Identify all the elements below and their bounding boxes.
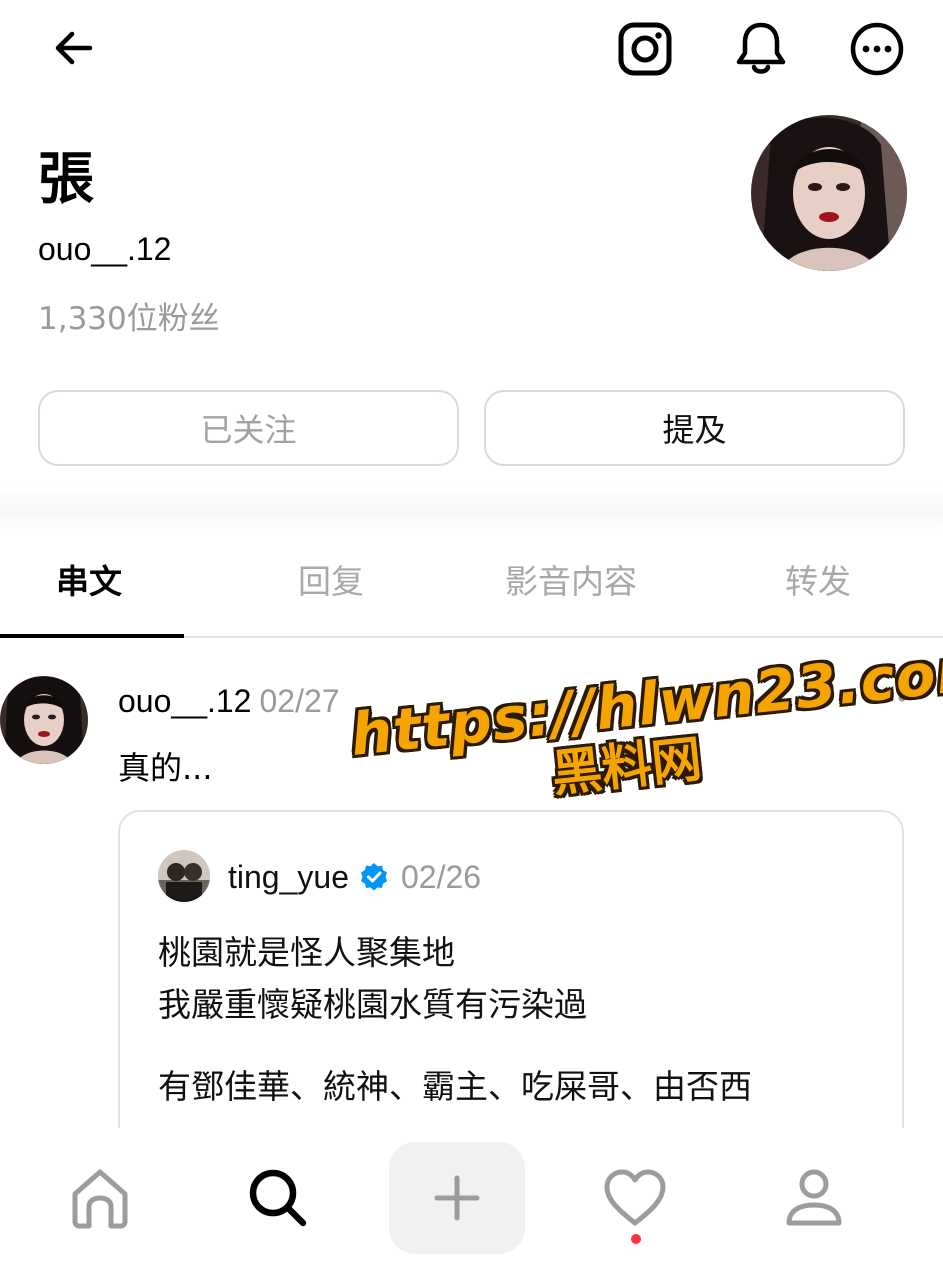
bell-icon xyxy=(736,22,786,74)
post-more-button[interactable] xyxy=(864,686,908,710)
following-button[interactable]: 已关注 xyxy=(38,390,459,466)
more-horizontal-icon xyxy=(850,22,904,76)
post-header: ouo__.12 02/27 xyxy=(118,680,340,722)
instagram-button[interactable] xyxy=(612,16,678,82)
quoted-date: 02/26 xyxy=(400,859,482,895)
more-horizontal-icon xyxy=(866,694,906,702)
post-author-handle[interactable]: ouo__.12 xyxy=(118,683,251,719)
instagram-icon xyxy=(618,22,672,76)
quoted-text-line: 桃園就是怪人聚集地 xyxy=(158,933,455,972)
active-tab-indicator xyxy=(0,634,184,638)
quoted-author-avatar[interactable] xyxy=(158,850,210,902)
profile-name: 張 xyxy=(38,147,94,212)
home-icon xyxy=(72,1169,128,1229)
profile-avatar[interactable] xyxy=(751,115,907,271)
tab-media[interactable]: 影音内容 xyxy=(505,560,637,604)
avatar-image xyxy=(158,850,210,902)
tab-replies[interactable]: 回复 xyxy=(298,560,364,604)
tab-reposts[interactable]: 转发 xyxy=(785,560,851,604)
avatar-image xyxy=(0,676,88,764)
post-text: 真的... xyxy=(118,749,213,787)
search-icon xyxy=(249,1169,307,1227)
notification-dot xyxy=(631,1234,641,1244)
quoted-post[interactable]: ting_yue 02/26 桃園就是怪人聚集地 我嚴重懷疑桃園水質有污染過 有… xyxy=(118,810,904,1130)
nav-home-button[interactable] xyxy=(32,1142,168,1254)
post-avatar[interactable] xyxy=(0,676,88,764)
quoted-header: ting_yue 02/26 xyxy=(228,856,481,898)
mention-button[interactable]: 提及 xyxy=(484,390,905,466)
nav-search-button[interactable] xyxy=(210,1142,346,1254)
notifications-button[interactable] xyxy=(728,16,794,82)
plus-icon xyxy=(434,1175,480,1221)
person-icon xyxy=(786,1169,842,1226)
nav-profile-button[interactable] xyxy=(746,1142,882,1254)
verified-badge-icon xyxy=(359,862,389,892)
quoted-text-line: 我嚴重懷疑桃園水質有污染過 xyxy=(158,985,587,1024)
nav-create-button[interactable] xyxy=(389,1142,525,1254)
bottom-navigation xyxy=(0,1128,943,1280)
heart-icon xyxy=(604,1169,666,1226)
more-options-button[interactable] xyxy=(844,16,910,82)
tab-threads[interactable]: 串文 xyxy=(56,560,122,604)
thread-post: ouo__.12 02/27 真的... ting_yue 02/26 桃園就是… xyxy=(0,660,943,1130)
profile-tabs: 串文 回复 影音内容 转发 xyxy=(0,540,943,638)
quoted-text-line: 有鄧佳華、統神、霸主、吃屎哥、由否西 xyxy=(158,1067,752,1106)
avatar-image xyxy=(751,115,907,271)
back-button[interactable] xyxy=(44,20,104,76)
top-bar xyxy=(0,0,943,100)
divider-haze xyxy=(0,486,943,536)
quoted-author-handle[interactable]: ting_yue xyxy=(228,856,349,898)
follower-count[interactable]: 1,330位粉丝 xyxy=(38,298,220,340)
profile-handle: ouo__.12 xyxy=(38,231,172,267)
post-date: 02/27 xyxy=(259,683,340,719)
arrow-left-icon xyxy=(55,31,93,65)
